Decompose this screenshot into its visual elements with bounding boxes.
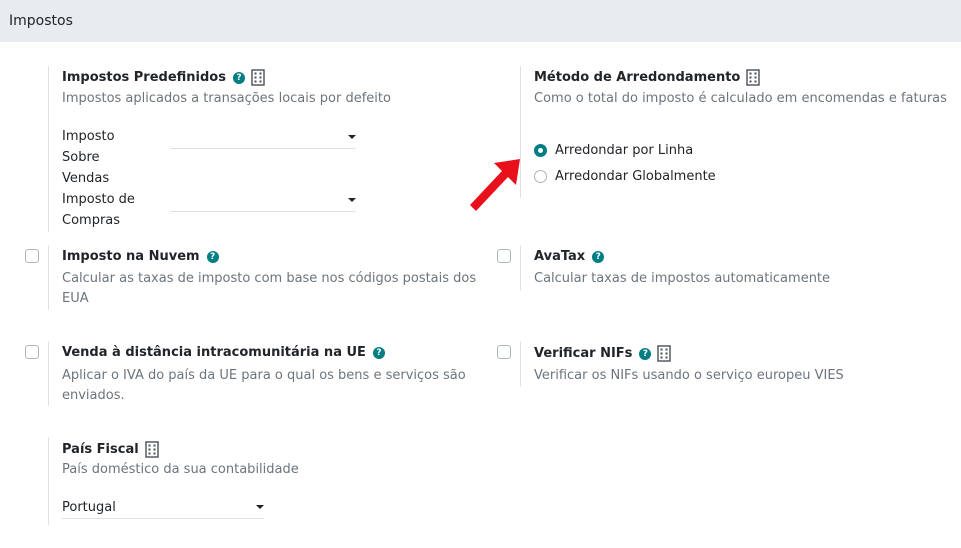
- purchase-tax-label-line1: Imposto de: [62, 192, 135, 207]
- rounding-method-title: Método de Arredondamento: [534, 69, 761, 86]
- radio-label: Arredondar por Linha: [555, 143, 694, 158]
- predefined-divider: [48, 66, 49, 232]
- radio-label: Arredondar Globalmente: [555, 169, 716, 184]
- predefined-taxes-label: Impostos Predefinidos: [62, 70, 226, 85]
- vies-description: Verificar os NIFs usando o serviço europ…: [534, 368, 844, 383]
- radio-round-globally[interactable]: Arredondar Globalmente: [534, 169, 716, 184]
- sales-tax-label-line3: Vendas: [62, 171, 110, 186]
- section-title: Impostos: [9, 13, 73, 29]
- avatax-description: Calcular taxas de impostos automaticamen…: [534, 271, 831, 286]
- cloud-tax-divider: [48, 246, 49, 310]
- fiscal-country-value: Portugal: [62, 500, 116, 515]
- avatax-checkbox[interactable]: [497, 249, 511, 263]
- sales-tax-select[interactable]: [170, 127, 356, 149]
- cloud-tax-title: Imposto na Nuvem ?: [62, 249, 219, 264]
- rounding-method-description: Como o total do imposto é calculado em e…: [534, 91, 947, 106]
- cloud-tax-checkbox[interactable]: [25, 249, 39, 263]
- building-icon: [657, 345, 672, 362]
- distance-sale-title: Venda à distância intracomunitária na UE…: [62, 345, 385, 360]
- avatax-title: AvaTax ?: [534, 249, 605, 264]
- cloud-tax-description-line1: Calcular as taxas de imposto com base no…: [62, 271, 477, 286]
- purchase-tax-select[interactable]: [170, 190, 356, 212]
- avatax-divider: [520, 246, 521, 290]
- question-circle-icon[interactable]: ?: [206, 250, 219, 263]
- question-circle-icon[interactable]: ?: [372, 346, 385, 359]
- radio-round-per-line[interactable]: Arredondar por Linha: [534, 143, 693, 158]
- avatax-label: AvaTax: [534, 249, 586, 264]
- vies-checkbox[interactable]: [497, 345, 511, 359]
- section-header: Impostos: [0, 0, 961, 42]
- purchase-tax-label-line2: Compras: [62, 213, 121, 228]
- chevron-down-icon: [348, 198, 356, 202]
- fiscal-country-label: País Fiscal: [62, 442, 139, 457]
- fiscal-country-select[interactable]: Portugal: [62, 497, 264, 519]
- red-arrow-icon: [470, 159, 520, 211]
- sales-tax-label: Imposto Sobre Vendas: [62, 126, 115, 189]
- radio-button-selected[interactable]: [534, 144, 547, 157]
- fiscal-country-description: País doméstico da sua contabilidade: [62, 462, 299, 477]
- radio-button[interactable]: [534, 170, 547, 183]
- distance-sale-checkbox[interactable]: [25, 345, 39, 359]
- cloud-tax-description-line2: EUA: [62, 291, 89, 306]
- distance-sale-description-line2: enviados.: [62, 388, 125, 403]
- chevron-down-icon: [348, 135, 356, 139]
- rounding-method-label: Método de Arredondamento: [534, 70, 741, 85]
- question-circle-icon[interactable]: ?: [639, 347, 652, 360]
- purchase-tax-label: Imposto de Compras: [62, 189, 135, 231]
- fiscal-country-title: País Fiscal: [62, 441, 159, 458]
- predefined-taxes-description: Impostos aplicados a transações locais p…: [62, 91, 391, 106]
- question-circle-icon[interactable]: ?: [592, 250, 605, 263]
- cloud-tax-label: Imposto na Nuvem: [62, 249, 200, 264]
- fiscal-country-divider: [48, 437, 49, 525]
- question-circle-icon[interactable]: ?: [232, 71, 245, 84]
- sales-tax-label-line1: Imposto: [62, 129, 115, 144]
- building-icon: [144, 441, 159, 458]
- sales-tax-label-line2: Sobre: [62, 150, 100, 165]
- distance-sale-description: Aplicar o IVA do país da UE para o qual …: [62, 366, 466, 406]
- building-icon: [251, 69, 265, 86]
- distance-sale-label: Venda à distância intracomunitária na UE: [62, 345, 366, 360]
- cloud-tax-description: Calcular as taxas de imposto com base no…: [62, 269, 476, 309]
- vies-title: Verificar NIFs ?: [534, 345, 672, 362]
- vies-divider: [520, 342, 521, 386]
- vies-label: Verificar NIFs: [534, 346, 633, 361]
- distance-sale-description-line1: Aplicar o IVA do país da UE para o qual …: [62, 368, 466, 383]
- distance-sale-divider: [48, 342, 49, 406]
- building-icon: [746, 69, 761, 86]
- predefined-taxes-title: Impostos Predefinidos ?: [62, 69, 265, 86]
- chevron-down-icon: [256, 505, 264, 509]
